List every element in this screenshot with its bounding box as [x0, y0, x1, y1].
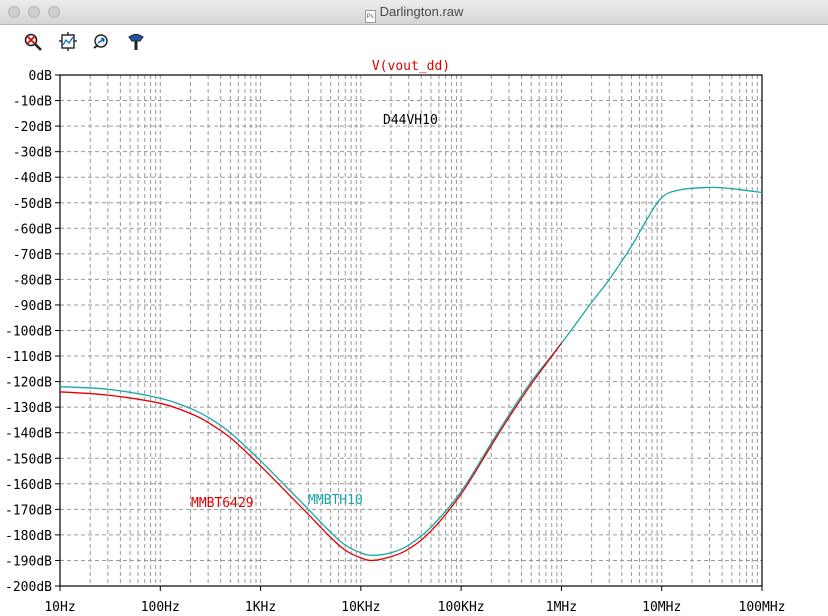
x-axis-tick-label: 100KHz — [438, 600, 485, 615]
y-axis-tick-label: -110dB — [5, 350, 52, 365]
y-axis-tick-label: -170dB — [5, 503, 52, 518]
y-axis-tick-label: -80dB — [13, 273, 52, 288]
toolbar — [0, 25, 828, 59]
annotation-mmbt6429: MMBT6429 — [191, 496, 254, 511]
chart-title: V(vout_dd) — [372, 59, 450, 74]
x-axis-tick-label: 10KHz — [341, 600, 380, 615]
y-axis-tick-label: -120dB — [5, 376, 52, 391]
probe-icon — [128, 34, 144, 50]
window-title: Darlington.raw — [379, 4, 464, 19]
undo-zoom-button[interactable] — [91, 31, 113, 53]
x-axis-tick-labels: 10Hz 100Hz 1KHz 10KHz 100KHz 1MHz 10MHz 100MHz — [44, 586, 785, 615]
y-axis-tick-label: -90dB — [13, 299, 52, 314]
y-axis-tick-label: -20dB — [13, 120, 52, 135]
x-axis-tick-label: 1MHz — [546, 600, 577, 615]
window-title-container: Ps Darlington.raw — [0, 4, 828, 23]
autorange-button[interactable] — [57, 31, 79, 53]
zoom-cancel-button[interactable] — [22, 31, 44, 53]
y-axis-tick-labels: 0dB -10dB -20dB -30dB -40dB -50dB -60dB -70dB -8… — [5, 69, 60, 595]
undo-zoom-icon — [93, 34, 108, 49]
x-axis-tick-label: 10MHz — [642, 600, 681, 615]
y-axis-tick-label: -30dB — [13, 146, 52, 161]
x-axis-tick-label: 1KHz — [245, 600, 276, 615]
y-axis-tick-label: -200dB — [5, 580, 52, 595]
y-axis-tick-label: -100dB — [5, 325, 52, 340]
x-axis-tick-label: 100MHz — [739, 600, 786, 615]
y-axis-tick-label: -40dB — [13, 171, 52, 186]
probe-button[interactable] — [125, 31, 147, 53]
y-axis-tick-label: -60dB — [13, 222, 52, 237]
y-axis-tick-label: -130dB — [5, 401, 52, 416]
autorange-icon — [59, 32, 77, 51]
y-axis-tick-label: -180dB — [5, 529, 52, 544]
window-titlebar: Ps Darlington.raw — [0, 0, 828, 25]
plot-grid — [59, 74, 763, 587]
y-axis-tick-label: -190dB — [5, 554, 52, 569]
bode-plot[interactable]: 0dB -10dB -20dB -30dB -40dB -50dB -60dB -70dB -8… — [0, 58, 828, 616]
annotation-d44vh10: D44VH10 — [383, 113, 438, 128]
document-icon: Ps — [364, 10, 376, 23]
y-axis-tick-label: -10dB — [13, 95, 52, 110]
y-axis-tick-label: -50dB — [13, 197, 52, 212]
y-axis-tick-label: -160dB — [5, 478, 52, 493]
y-axis-tick-label: -70dB — [13, 248, 52, 263]
y-axis-tick-label: 0dB — [29, 69, 53, 84]
x-axis-tick-label: 100Hz — [141, 600, 180, 615]
y-axis-tick-label: -140dB — [5, 427, 52, 442]
x-axis-tick-label: 10Hz — [44, 600, 75, 615]
zoom-cancel-icon — [24, 33, 42, 51]
y-axis-tick-label: -150dB — [5, 452, 52, 467]
annotation-mmbth10: MMBTH10 — [308, 493, 363, 508]
